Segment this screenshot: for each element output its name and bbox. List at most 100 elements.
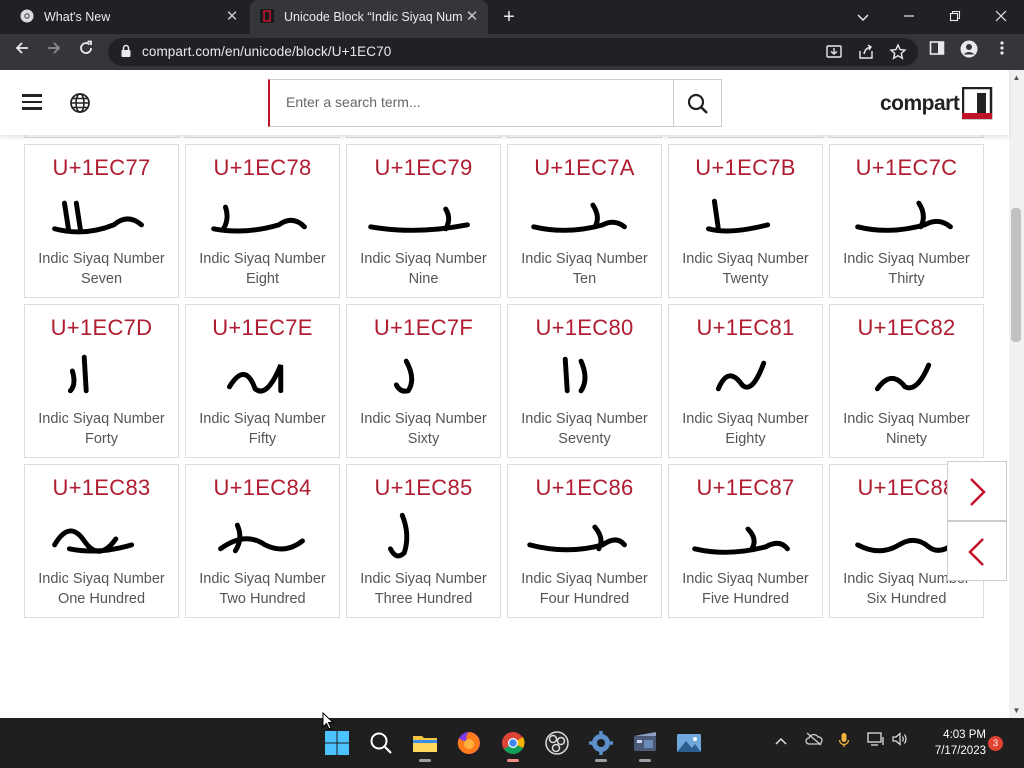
character-card[interactable]: U+1EC77 Indic Siyaq Number Seven — [24, 144, 179, 298]
new-tab-button[interactable]: + — [499, 6, 519, 28]
character-glyph[interactable] — [186, 505, 339, 561]
character-card[interactable]: U+1EC86 Indic Siyaq Number Four Hundred — [507, 464, 662, 618]
notification-badge[interactable]: 3 — [988, 736, 1003, 751]
reload-icon[interactable] — [74, 40, 98, 64]
search-input[interactable] — [286, 80, 666, 124]
character-glyph[interactable] — [25, 185, 178, 241]
character-glyph[interactable] — [508, 185, 661, 241]
chevron-right-icon — [970, 478, 986, 506]
codepoint-link[interactable]: U+1EC80 — [508, 315, 661, 341]
codepoint-link[interactable]: U+1EC81 — [669, 315, 822, 341]
chrome-icon[interactable] — [498, 728, 528, 762]
system-clock[interactable]: 4:03 PM 7/17/2023 — [916, 727, 986, 759]
search-field[interactable] — [268, 79, 674, 127]
character-glyph[interactable] — [186, 345, 339, 401]
codepoint-link[interactable]: U+1EC7E — [186, 315, 339, 341]
character-card[interactable]: U+1EC7E Indic Siyaq Number Fifty — [185, 304, 340, 458]
scroll-down-arrow-icon[interactable]: ▼ — [1009, 703, 1024, 718]
lock-icon[interactable] — [120, 44, 132, 63]
character-glyph[interactable] — [25, 505, 178, 561]
character-glyph[interactable] — [669, 505, 822, 561]
bookmark-star-icon[interactable] — [888, 42, 908, 62]
close-tab-icon[interactable]: ✕ — [224, 9, 240, 25]
volume-icon[interactable] — [892, 732, 908, 749]
character-card[interactable]: U+1EC7B Indic Siyaq Number Twenty — [668, 144, 823, 298]
restore-icon[interactable] — [943, 5, 967, 29]
search-icon[interactable] — [366, 728, 396, 758]
codepoint-link[interactable]: U+1EC77 — [25, 155, 178, 181]
character-card[interactable]: U+1EC7D Indic Siyaq Number Forty — [24, 304, 179, 458]
scroll-thumb[interactable] — [1011, 208, 1021, 342]
character-card[interactable]: U+1EC85 Indic Siyaq Number Three Hundred — [346, 464, 501, 618]
character-card[interactable]: U+1EC7F Indic Siyaq Number Sixty — [346, 304, 501, 458]
codepoint-link[interactable]: U+1EC79 — [347, 155, 500, 181]
settings-icon[interactable] — [586, 728, 616, 762]
tab-unicode-block[interactable]: Unicode Block “Indic Siyaq Numb ✕ — [250, 0, 488, 34]
tab-whats-new[interactable]: What's New ✕ — [8, 0, 248, 34]
more-menu-icon[interactable] — [990, 40, 1014, 64]
codepoint-link[interactable]: U+1EC85 — [347, 475, 500, 501]
character-glyph[interactable] — [347, 185, 500, 241]
install-app-icon[interactable] — [824, 42, 844, 62]
show-hidden-icons-chevron-icon[interactable] — [775, 732, 787, 748]
character-card[interactable]: U+1EC84 Indic Siyaq Number Two Hundred — [185, 464, 340, 618]
codepoint-link[interactable]: U+1EC7B — [669, 155, 822, 181]
address-bar[interactable]: compart.com/en/unicode/block/U+1EC70 — [108, 38, 918, 66]
character-card[interactable]: U+1EC81 Indic Siyaq Number Eighty — [668, 304, 823, 458]
codepoint-link[interactable]: U+1EC87 — [669, 475, 822, 501]
character-name: Indic Siyaq Number Nine — [360, 251, 487, 287]
character-card[interactable]: U+1EC83 Indic Siyaq Number One Hundred — [24, 464, 179, 618]
character-glyph[interactable] — [25, 345, 178, 401]
character-glyph[interactable] — [508, 505, 661, 561]
character-card[interactable]: U+1EC87 Indic Siyaq Number Five Hundred — [668, 464, 823, 618]
character-glyph[interactable] — [830, 345, 983, 401]
firefox-icon[interactable] — [454, 728, 484, 758]
next-page-button[interactable] — [947, 461, 1007, 521]
character-glyph[interactable] — [186, 185, 339, 241]
back-icon[interactable] — [10, 40, 34, 64]
character-card[interactable]: U+1EC79 Indic Siyaq Number Nine — [346, 144, 501, 298]
close-tab-icon[interactable]: ✕ — [464, 9, 480, 25]
character-card[interactable]: U+1EC7A Indic Siyaq Number Ten — [507, 144, 662, 298]
menu-icon[interactable] — [22, 94, 42, 110]
codepoint-link[interactable]: U+1EC7F — [347, 315, 500, 341]
minimize-icon[interactable] — [897, 5, 921, 29]
character-card[interactable]: U+1EC80 Indic Siyaq Number Seventy — [507, 304, 662, 458]
character-glyph[interactable] — [669, 185, 822, 241]
compart-logo[interactable]: compart — [880, 87, 994, 120]
search-button[interactable] — [673, 79, 722, 127]
profile-icon[interactable] — [957, 40, 981, 64]
globe-icon[interactable] — [69, 92, 91, 119]
character-card[interactable]: U+1EC82 Indic Siyaq Number Ninety — [829, 304, 984, 458]
scroll-up-arrow-icon[interactable]: ▲ — [1009, 70, 1024, 85]
forward-icon[interactable] — [42, 40, 66, 64]
character-glyph[interactable] — [347, 345, 500, 401]
codepoint-link[interactable]: U+1EC82 — [830, 315, 983, 341]
tab-search-icon[interactable] — [851, 5, 875, 29]
obs-icon[interactable] — [542, 728, 572, 758]
microphone-icon[interactable] — [838, 732, 850, 751]
page-scrollbar[interactable]: ▲ ▼ — [1009, 70, 1024, 718]
cloud-offline-icon[interactable] — [805, 732, 823, 749]
character-card[interactable]: U+1EC78 Indic Siyaq Number Eight — [185, 144, 340, 298]
share-icon[interactable] — [856, 42, 876, 62]
photos-icon[interactable] — [674, 728, 704, 758]
video-editor-icon[interactable] — [630, 728, 660, 762]
character-glyph[interactable] — [830, 185, 983, 241]
codepoint-link[interactable]: U+1EC86 — [508, 475, 661, 501]
close-window-icon[interactable] — [989, 5, 1013, 29]
network-icon[interactable] — [867, 732, 885, 749]
side-panel-icon[interactable] — [925, 40, 949, 64]
character-glyph[interactable] — [347, 505, 500, 561]
codepoint-link[interactable]: U+1EC7A — [508, 155, 661, 181]
codepoint-link[interactable]: U+1EC7D — [25, 315, 178, 341]
character-glyph[interactable] — [669, 345, 822, 401]
codepoint-link[interactable]: U+1EC84 — [186, 475, 339, 501]
codepoint-link[interactable]: U+1EC78 — [186, 155, 339, 181]
file-explorer-icon[interactable] — [410, 728, 440, 762]
previous-page-button[interactable] — [947, 521, 1007, 581]
codepoint-link[interactable]: U+1EC83 — [25, 475, 178, 501]
character-card[interactable]: U+1EC7C Indic Siyaq Number Thirty — [829, 144, 984, 298]
codepoint-link[interactable]: U+1EC7C — [830, 155, 983, 181]
character-glyph[interactable] — [508, 345, 661, 401]
